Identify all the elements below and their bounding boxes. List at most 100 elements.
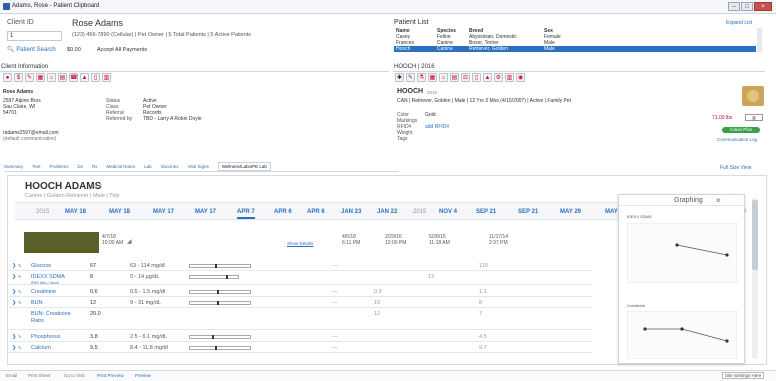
footer-email-link[interactable]: Email [6, 373, 17, 378]
chart-icon[interactable]: ▤ [58, 73, 67, 82]
full-size-view-link[interactable]: Full Size View [720, 165, 751, 171]
scale-icon[interactable]: ⚖ [461, 73, 470, 82]
alert-icon[interactable]: ▲ [483, 73, 492, 82]
date-tab[interactable]: MAY 18 [65, 209, 86, 215]
lab-row-phosphorus[interactable]: ❯ ∿ Phosphorus 3.8 2.5 - 6.1 mg/dL --- 4… [9, 331, 592, 342]
date-tab[interactable]: MAY 29 [560, 209, 581, 215]
lab-row-calcium[interactable]: ❯ ∿ Calcium 9.5 8.4 - 11.8 mg/dl --- 9.7 [9, 342, 592, 353]
date-tab[interactable]: NOV 4 [439, 209, 457, 215]
date-tab[interactable]: MAY 18 [109, 209, 130, 215]
syringe-icon[interactable]: ✎ [406, 73, 415, 82]
chart-icon[interactable]: ▤ [450, 73, 459, 82]
client-id-field[interactable]: 1 [7, 31, 62, 41]
flask-icon[interactable]: ⚗ [417, 73, 426, 82]
tab-rx[interactable]: Rx [92, 164, 98, 169]
client-toolbar: ● $ ✎ ▦ ⌂ ▤ ☎ ▲ ▯ ▥ [3, 73, 153, 84]
footer-go-to-visit-link[interactable]: Go to Visit [64, 373, 85, 378]
footer-right-label[interactable]: Site Settings Here [722, 372, 765, 379]
year-tab[interactable]: 2015 [413, 209, 426, 215]
footer-print-sheet-link[interactable]: Print Sheet [28, 373, 50, 378]
client-info-label: Client Information [1, 64, 49, 70]
tab-dx[interactable]: Dx [78, 164, 84, 169]
date-tab[interactable]: MAY 17 [153, 209, 174, 215]
report-icon[interactable]: ▥ [505, 73, 514, 82]
lab-range: 8.4 - 11.8 mg/dl [130, 345, 168, 351]
year-tab[interactable]: 2015 [36, 209, 49, 215]
lab-col-2: --- [332, 289, 338, 295]
graph-icon[interactable]: ◢ [127, 238, 132, 245]
client-tool-1-icon[interactable]: ● [3, 73, 12, 82]
syringe-icon[interactable]: ✎ [25, 73, 34, 82]
tab-problems[interactable]: Problems [50, 164, 69, 169]
close-graphing-icon[interactable]: × [716, 196, 721, 205]
graphing-panel: Graphing × IDEXX SDMA Creatinine [618, 194, 745, 364]
report-icon[interactable]: ▥ [102, 73, 111, 82]
clipboard-icon[interactable]: ▯ [472, 73, 481, 82]
home-icon[interactable]: ⌂ [47, 73, 56, 82]
lab-row-bun-creatinine-ratio[interactable]: BUN: Creatinine Ratio 20.0 12 7 [9, 308, 592, 330]
date-tab[interactable]: JAN 22 [377, 209, 397, 215]
tab-vaccines[interactable]: Vaccines [161, 164, 179, 169]
communication-log-link[interactable]: Communication Log [717, 137, 757, 142]
maximize-button[interactable]: □ [741, 2, 753, 11]
col-date-3: 2/29/16 12:00 PM [385, 234, 406, 246]
patient-section-header: HOOCH | 2016 [393, 63, 765, 72]
lab-patient-name: HOOCH ADAMS [25, 181, 102, 192]
weight-chart-icon[interactable]: ▥ [745, 114, 763, 121]
range-bar [189, 346, 251, 350]
paw-icon[interactable]: ✱ [395, 73, 404, 82]
lab-panel-scrollbar[interactable] [752, 198, 758, 358]
footer-print-preview-link[interactable]: Print Preview [97, 373, 124, 378]
expand-list-link[interactable]: Expand List [726, 20, 752, 26]
lab-row-bun[interactable]: ❯ ∿ BUN 12 9 - 31 mg/dL --- 10 8 [9, 297, 592, 308]
date-tab[interactable]: SEP 21 [476, 209, 496, 215]
document-icon[interactable]: ▯ [91, 73, 100, 82]
lab-row-sdma[interactable]: ❯ ∿ IDEXX SDMA IRIS Info / more 8 0 - 14… [9, 271, 592, 285]
lab-patient-year: 2016 [91, 184, 103, 190]
patient-search-link[interactable]: 🔍︎ Patient Search [7, 46, 56, 53]
patient-list-scrollbar[interactable] [757, 28, 762, 52]
record-tabs: Summary Text Problems Dx Rx Medical Notes Lab V… [4, 162, 399, 172]
expand-arrow-icon[interactable]: ❯ ∿ [12, 274, 22, 280]
date-tab[interactable]: SEP 21 [518, 209, 538, 215]
expand-arrow-icon[interactable]: ❯ ∿ [12, 300, 22, 306]
tab-lab[interactable]: Lab [144, 164, 152, 169]
expand-arrow-icon[interactable]: ❯ ∿ [12, 263, 22, 269]
pill-icon[interactable]: ◉ [516, 73, 525, 82]
gear-icon[interactable]: ⚙ [494, 73, 503, 82]
tab-vital-signs[interactable]: Vital Signs [188, 164, 209, 169]
alert-icon[interactable]: ▲ [80, 73, 89, 82]
minimize-button[interactable]: – [728, 2, 740, 11]
phone-icon[interactable]: ☎ [69, 73, 78, 82]
add-rfid-link[interactable]: add RFID# [425, 124, 449, 130]
date-tab[interactable]: MAY 17 [195, 209, 216, 215]
date-tab[interactable]: APR 6 [274, 209, 292, 215]
tab-wellness-labs[interactable]: Wellness/Labs/PE Lab [217, 162, 271, 171]
tab-summary[interactable]: Summary [4, 164, 23, 169]
lab-row-glucose[interactable]: ❯ ∿ Glucose 67 63 - 114 mg/dl --- 110 [9, 260, 592, 271]
tab-text[interactable]: Text [32, 164, 40, 169]
sdma-info-link[interactable]: IRIS Info / more [31, 280, 59, 285]
expand-arrow-icon[interactable]: ❯ ∿ [12, 345, 22, 351]
close-button[interactable]: × [754, 2, 772, 11]
calendar-icon[interactable]: ▦ [36, 73, 45, 82]
expand-arrow-icon[interactable]: ❯ ∿ [12, 289, 22, 295]
lab-col-2: --- [332, 334, 338, 340]
home-icon[interactable]: ⌂ [439, 73, 448, 82]
lab-row-creatinine[interactable]: ❯ ∿ Creatinine 0.6 0.5 - 1.5 mg/dl --- 0… [9, 286, 592, 297]
date-tab[interactable]: JAN 23 [341, 209, 361, 215]
lab-value: 0.6 [90, 289, 98, 295]
patient-search-label: Patient Search [16, 47, 56, 53]
patient-toolbar: ✱ ✎ ⚗ ▦ ⌂ ▤ ⚖ ▯ ▲ ⚙ ▥ ◉ [395, 73, 555, 84]
patient-row-sex: Male [544, 46, 555, 52]
dollar-icon[interactable]: $ [14, 73, 23, 82]
expand-arrow-icon[interactable]: ❯ ∿ [12, 334, 22, 340]
date-tab-active[interactable]: APR 7 [237, 209, 255, 219]
show-details-link[interactable]: Show Details [287, 241, 313, 246]
tab-medical-notes[interactable]: Medical Notes [107, 164, 136, 169]
footer-preview-link[interactable]: Preview [135, 373, 151, 378]
active-plan-badge[interactable]: Active Plan [722, 127, 760, 133]
calendar-icon[interactable]: ▦ [428, 73, 437, 82]
patient-row-selected[interactable]: Hooch Canine Retriever, Golden Male [394, 46, 756, 52]
date-tab[interactable]: APR 6 [307, 209, 325, 215]
